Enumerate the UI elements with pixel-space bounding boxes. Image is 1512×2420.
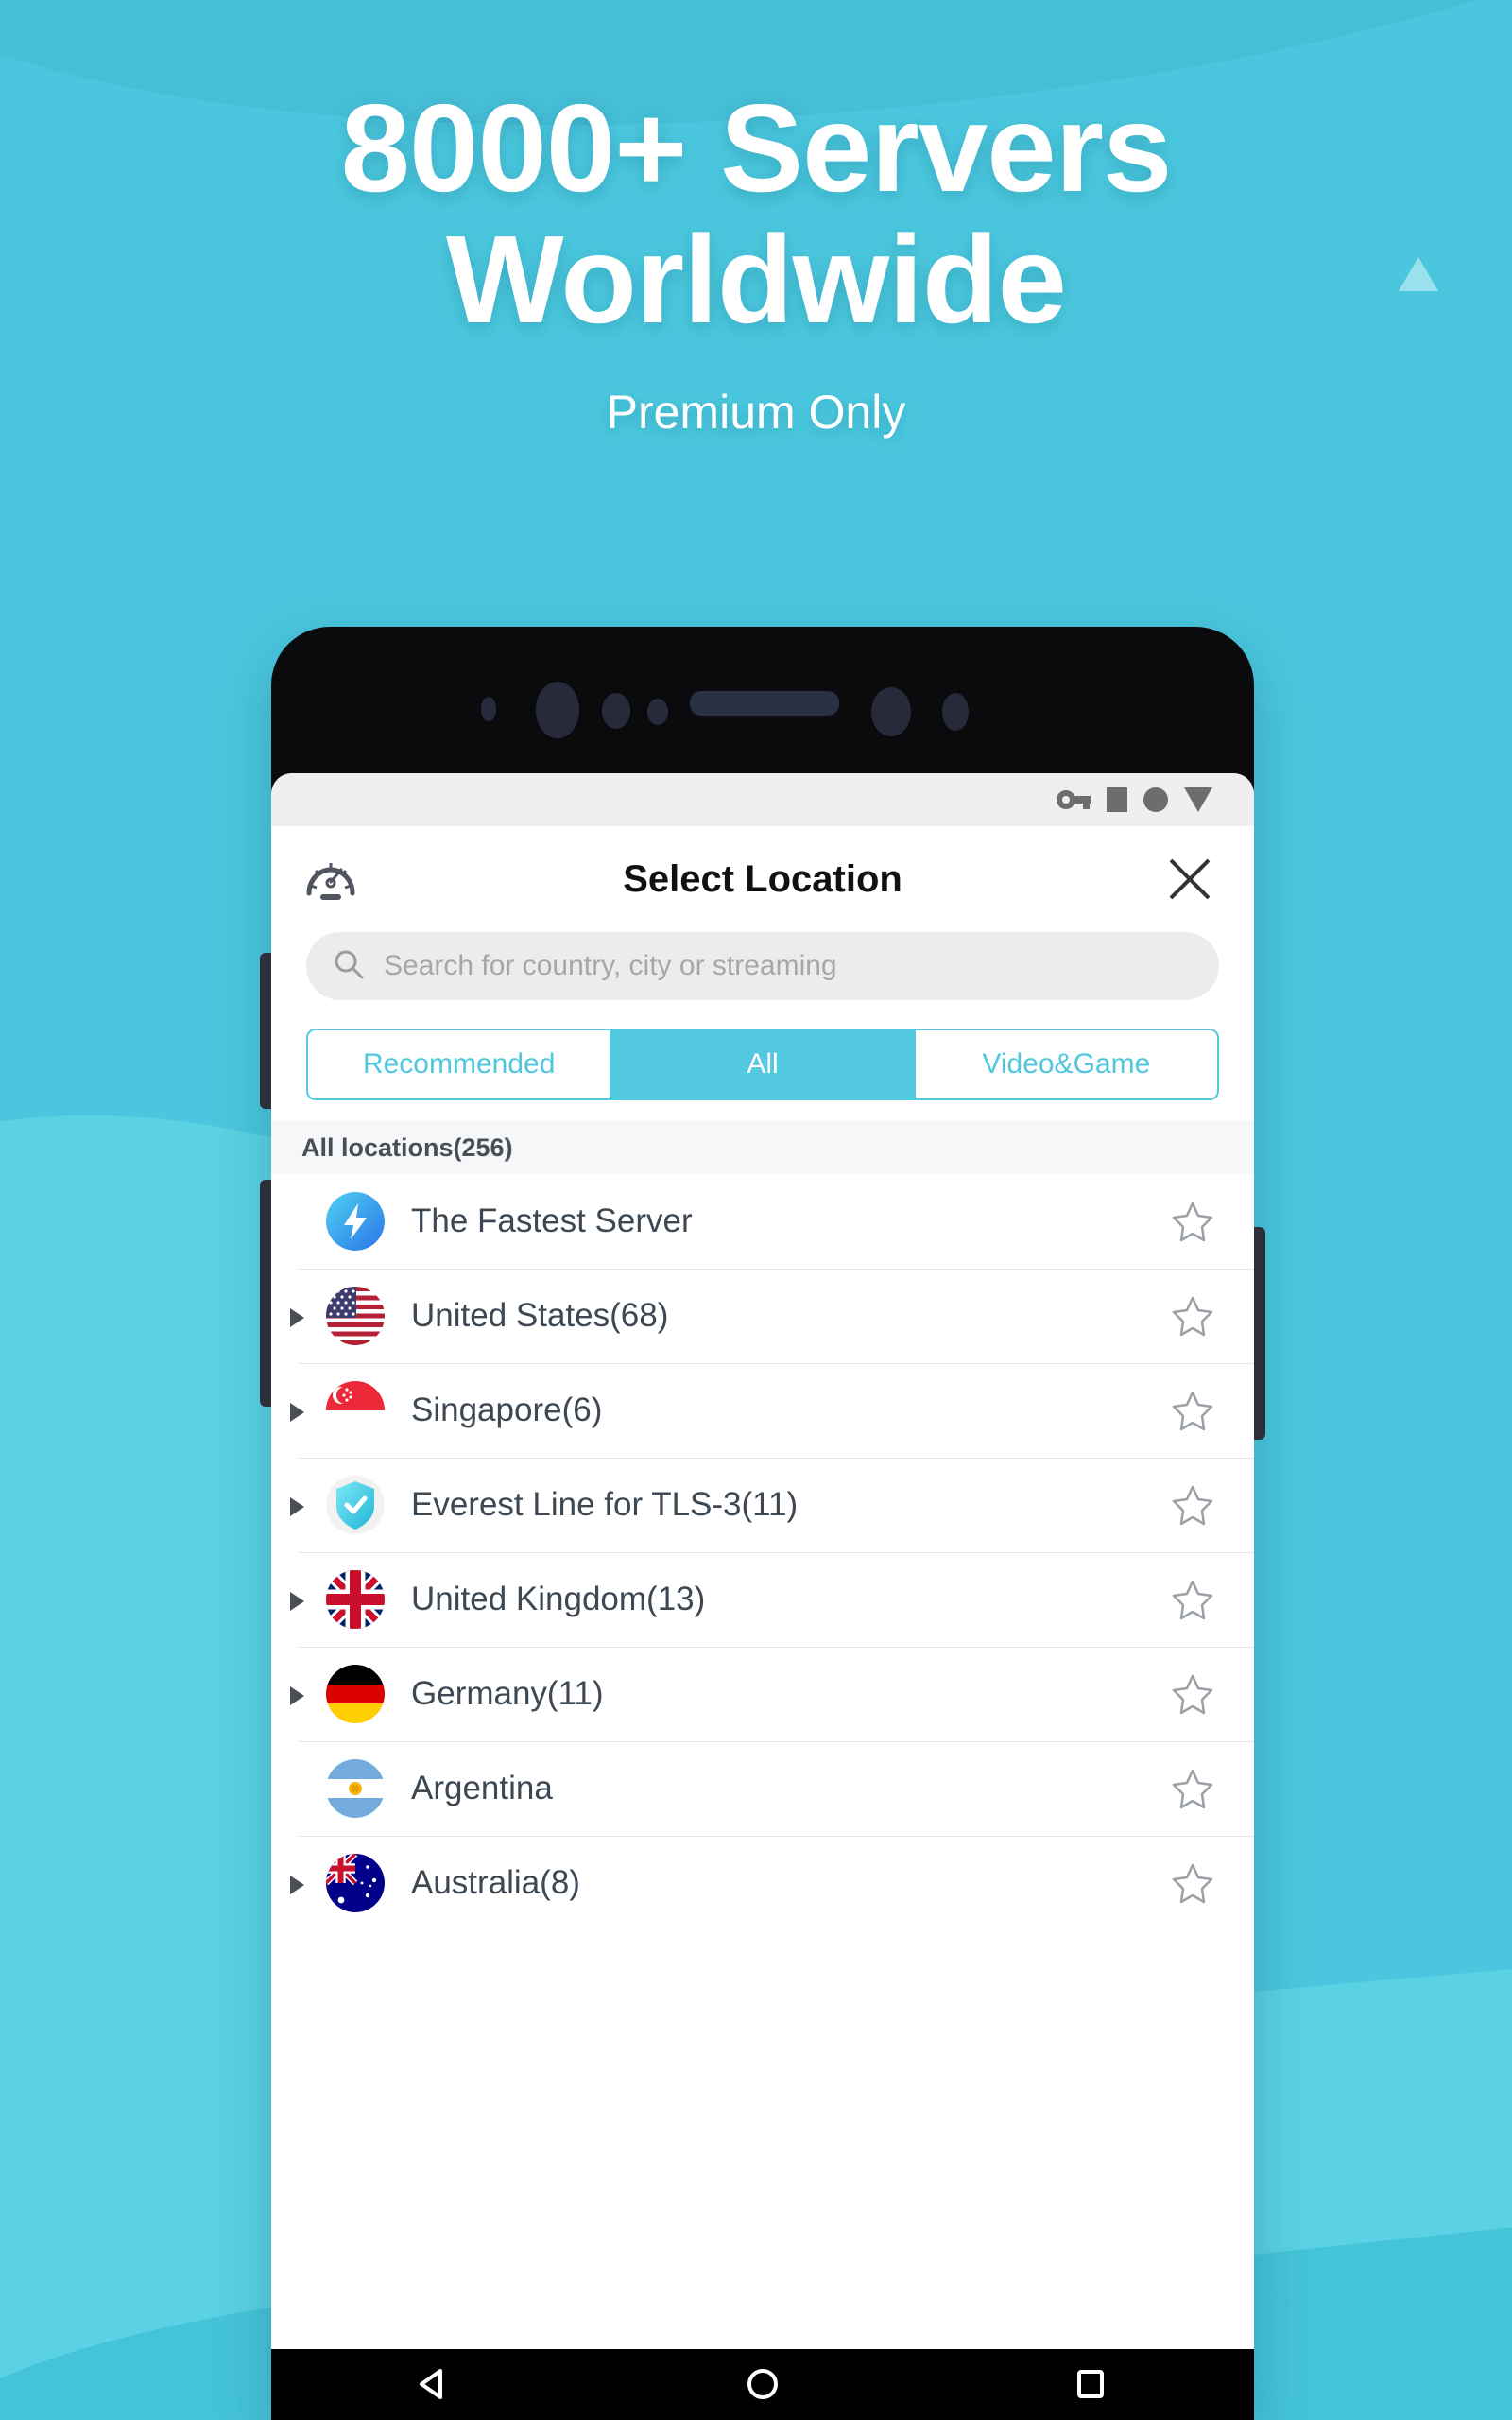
flag-ar-icon: [326, 1759, 385, 1818]
flag-de-icon: [326, 1665, 385, 1723]
speedometer-icon[interactable]: [301, 850, 360, 908]
hero-section: 8000+ Servers Worldwide Premium Only: [0, 0, 1512, 440]
list-item-label: Everest Line for TLS-3(11): [411, 1486, 799, 1523]
list-item[interactable]: Germany(11): [271, 1647, 1254, 1741]
page-title: Select Location: [623, 857, 902, 900]
search-placeholder: Search for country, city or streaming: [384, 950, 837, 981]
sensor-dot-1: [481, 697, 496, 721]
search-input[interactable]: Search for country, city or streaming: [306, 932, 1219, 1000]
flag-au-icon: [326, 1854, 385, 1912]
home-circle-icon[interactable]: [744, 2365, 782, 2408]
search-icon: [333, 948, 365, 985]
fastest-server-icon: [326, 1192, 385, 1251]
favorite-star-icon[interactable]: [1171, 1861, 1214, 1905]
favorite-star-icon[interactable]: [1171, 1389, 1214, 1432]
headline-line-1: 8000+ Servers: [340, 78, 1173, 217]
list-item[interactable]: United Kingdom(13): [271, 1552, 1254, 1647]
sensor-dot-2: [602, 693, 630, 729]
category-tabs: Recommended All Video&Game: [306, 1028, 1219, 1100]
back-triangle-icon[interactable]: [416, 2365, 454, 2408]
list-item[interactable]: Australia(8): [271, 1836, 1254, 1930]
tab-all[interactable]: All: [611, 1030, 916, 1098]
favorite-star-icon[interactable]: [1171, 1578, 1214, 1621]
list-item[interactable]: United States(68): [271, 1269, 1254, 1363]
location-list: The Fastest Server United States(68) Sin…: [271, 1174, 1254, 1930]
list-item-label: Australia(8): [411, 1864, 580, 1901]
recents-square-icon[interactable]: [1072, 2365, 1109, 2408]
list-item-label: The Fastest Server: [411, 1202, 693, 1239]
list-item-label: United States(68): [411, 1297, 669, 1334]
square-icon: [1107, 787, 1127, 812]
list-item-label: Germany(11): [411, 1675, 604, 1712]
headline-line-2: Worldwide: [446, 209, 1067, 349]
section-header-all-locations: All locations(256): [271, 1121, 1254, 1174]
favorite-star-icon[interactable]: [1171, 1672, 1214, 1716]
favorite-star-icon[interactable]: [1171, 1294, 1214, 1338]
dialog-header: Select Location: [271, 826, 1254, 932]
triangle-down-icon: [1184, 787, 1212, 812]
favorite-star-icon[interactable]: [1171, 1200, 1214, 1243]
hero-subtitle: Premium Only: [606, 386, 906, 440]
earpiece-speaker: [690, 691, 839, 716]
flag-us-icon: [326, 1287, 385, 1345]
flag-sg-icon: [326, 1381, 385, 1440]
list-item-label: United Kingdom(13): [411, 1581, 706, 1617]
favorite-star-icon[interactable]: [1171, 1483, 1214, 1527]
front-camera: [536, 682, 579, 738]
flag-uk-icon: [326, 1570, 385, 1629]
phone-screen: Select Location Search for country, city…: [271, 773, 1254, 2420]
phone-mockup: Select Location Search for country, city…: [260, 627, 1265, 2420]
phone-sensor-row: [271, 676, 1254, 742]
tab-recommended[interactable]: Recommended: [308, 1030, 612, 1098]
search-section: Search for country, city or streaming: [271, 932, 1254, 1017]
list-item[interactable]: Argentina: [271, 1741, 1254, 1836]
close-icon[interactable]: [1163, 853, 1216, 906]
favorite-star-icon[interactable]: [1171, 1767, 1214, 1810]
list-item[interactable]: Everest Line for TLS-3(11): [271, 1458, 1254, 1552]
list-item[interactable]: The Fastest Server: [271, 1174, 1254, 1269]
list-item-label: Singapore(6): [411, 1392, 603, 1428]
sensor-dot-5: [942, 693, 969, 731]
circle-icon: [1143, 787, 1168, 812]
sensor-dot-4: [871, 687, 911, 736]
sensor-dot-3: [647, 699, 668, 725]
tab-video-game[interactable]: Video&Game: [915, 1030, 1217, 1098]
vpn-key-icon: [1057, 789, 1091, 810]
list-item-label: Argentina: [411, 1770, 553, 1806]
list-item[interactable]: Singapore(6): [271, 1363, 1254, 1458]
shield-icon: [326, 1476, 385, 1534]
android-status-bar: [271, 773, 1254, 826]
android-navigation-bar: [271, 2349, 1254, 2420]
